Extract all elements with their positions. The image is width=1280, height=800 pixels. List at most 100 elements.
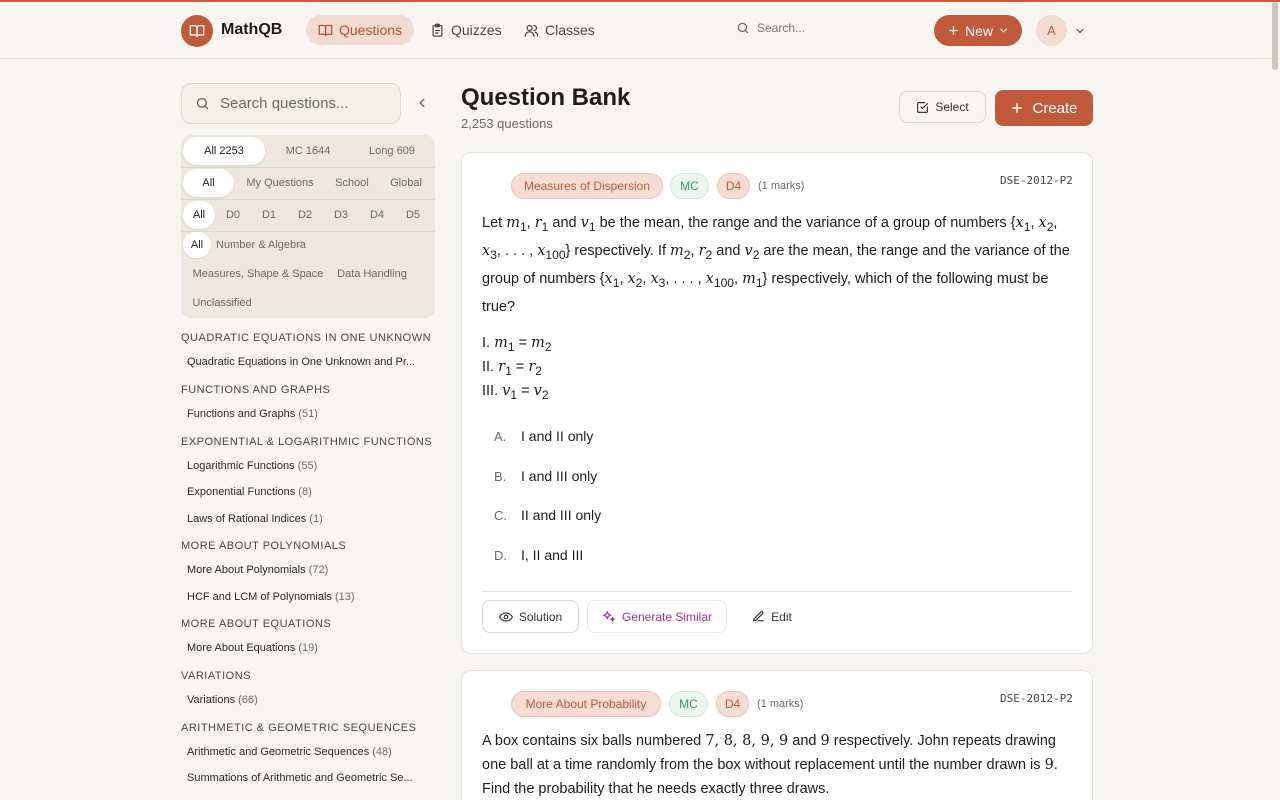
select-button[interactable]: Select	[899, 91, 986, 123]
generate-label: Generate Similar	[621, 609, 713, 624]
option-text: II and III only	[521, 507, 602, 523]
generate-similar-button[interactable]: Generate Similar	[587, 600, 727, 633]
option-a[interactable]: A. I and II only	[482, 428, 593, 444]
edit-button[interactable]: Edit	[742, 600, 802, 633]
topic-item[interactable]: More About Equations (19)	[187, 642, 318, 654]
topic-name: HCF and LCM of Polynomials	[187, 591, 332, 603]
filter-strand-data-handling[interactable]: Data Handling	[331, 261, 413, 287]
topic-section-heading: ARITHMETIC & GEOMETRIC SEQUENCES	[181, 722, 417, 734]
topic-name: More About Equations	[187, 642, 296, 654]
edit-label: Edit	[771, 609, 792, 624]
topic-count: (66)	[238, 694, 258, 706]
topic-count: (8)	[298, 486, 312, 498]
question-code: DSE-2012-P2	[1000, 174, 1073, 187]
filter-difficulty-d3[interactable]: D3	[323, 201, 359, 229]
option-d[interactable]: D. I, II and III	[482, 547, 583, 563]
option-letter: D.	[494, 547, 507, 563]
filter-difficulty-d5[interactable]: D5	[395, 201, 431, 229]
new-button[interactable]: New	[934, 15, 1022, 46]
topic-item[interactable]: HCF and LCM of Polynomials (13)	[187, 591, 355, 603]
topic-item[interactable]: More About Polynomials (72)	[187, 564, 328, 576]
filter-owner-all[interactable]: All	[183, 169, 234, 197]
filter-strand-unclassified[interactable]: Unclassified	[184, 290, 260, 316]
chevron-down-icon[interactable]	[1074, 25, 1086, 37]
topic-section-heading: EXPONENTIAL & LOGARITHMIC FUNCTIONS	[181, 436, 433, 448]
divider	[482, 591, 1072, 592]
statement-label: II.	[482, 359, 495, 375]
solution-label: Solution	[518, 609, 563, 624]
filter-difficulty-all[interactable]: All	[183, 201, 215, 229]
nav-quizzes[interactable]: Quizzes	[418, 15, 514, 45]
page-scrollbar[interactable]	[1272, 2, 1278, 70]
topic-item[interactable]: Laws of Rational Indices (1)	[187, 513, 323, 525]
topic-section-heading: QUADRATIC EQUATIONS IN ONE UNKNOWN	[181, 332, 432, 344]
topic-name: Arithmetic and Geometric Sequences	[187, 746, 370, 758]
filter-type-all[interactable]: All 2253	[183, 137, 265, 165]
topic-name: Quadratic Equations in One Unknown and P…	[187, 356, 416, 368]
nav-label: Classes	[545, 22, 595, 38]
global-search[interactable]: Search...	[736, 21, 805, 35]
topic-item[interactable]: Functions and Graphs (51)	[187, 408, 318, 420]
option-letter: C.	[494, 507, 507, 523]
option-c[interactable]: C. II and III only	[482, 507, 601, 523]
option-text: I and II only	[521, 428, 594, 444]
create-button[interactable]: Create	[995, 90, 1093, 126]
topic-count: (55)	[297, 460, 318, 472]
filter-owner-global[interactable]: Global	[378, 169, 434, 197]
type-tag: MC	[669, 691, 708, 717]
type-tag: MC	[670, 173, 709, 199]
filter-difficulty-d4[interactable]: D4	[359, 201, 395, 229]
question-search-input[interactable]: Search questions...	[181, 83, 401, 124]
search-icon	[737, 22, 749, 34]
topic-item[interactable]: Arithmetic and Geometric Sequences (48)	[187, 746, 392, 758]
question-stem: Let m1, r1 and v1 be the mean, the range…	[482, 215, 1070, 315]
sparkles-icon	[603, 610, 615, 622]
avatar[interactable]: A	[1036, 15, 1067, 46]
topic-item[interactable]: Variations (66)	[187, 694, 258, 706]
topic-item[interactable]: Summations of Arithmetic and Geometric S…	[187, 772, 413, 784]
filter-strand-all[interactable]: All	[183, 232, 211, 258]
topic-tag[interactable]: More About Probability	[511, 691, 661, 717]
filter-strand-number-algebra[interactable]: Number & Algebra	[211, 232, 311, 258]
logo-book-icon[interactable]	[181, 15, 213, 47]
nav-questions[interactable]: Questions	[306, 15, 415, 45]
option-letter: B.	[494, 468, 507, 484]
topic-count: (72)	[308, 564, 329, 576]
edit-icon	[753, 610, 765, 622]
topic-count: (19)	[298, 642, 318, 654]
option-b[interactable]: B. I and III only	[482, 468, 597, 484]
users-icon	[524, 24, 539, 37]
search-icon	[196, 97, 209, 110]
topic-item[interactable]: Quadratic Equations in One Unknown and P…	[187, 356, 415, 368]
collapse-sidebar-chevron-left-icon[interactable]	[415, 96, 429, 110]
app-name[interactable]: MathQB	[221, 21, 282, 39]
filter-type-long[interactable]: Long 609	[351, 137, 433, 165]
topic-item[interactable]: Logarithmic Functions (55)	[187, 460, 317, 472]
topic-section-heading: MORE ABOUT POLYNOMIALS	[181, 540, 347, 552]
filter-difficulty-d1[interactable]: D1	[251, 201, 287, 229]
topic-name: Exponential Functions	[187, 486, 296, 498]
filter-difficulty-d2[interactable]: D2	[287, 201, 323, 229]
select-label: Select	[935, 100, 969, 114]
filter-owner-school[interactable]: School	[326, 169, 378, 197]
nav-label: Questions	[339, 22, 403, 38]
plus-icon	[949, 26, 958, 35]
question-count: 2,253 questions	[461, 116, 553, 131]
nav-label: Quizzes	[451, 22, 502, 38]
clipboard-icon	[432, 23, 443, 37]
filter-strand-measures[interactable]: Measures, Shape & Space	[185, 261, 331, 287]
filter-type-mc[interactable]: MC 1644	[265, 137, 351, 165]
filter-owner-my[interactable]: My Questions	[234, 169, 326, 197]
question-card: Measures of Dispersion MC D4 (1 marks) D…	[461, 152, 1093, 654]
topic-count: (1)	[309, 513, 323, 525]
topic-tag[interactable]: Measures of Dispersion	[511, 173, 663, 199]
topic-name: Variations	[187, 694, 236, 706]
solution-button[interactable]: Solution	[482, 600, 579, 633]
topic-name: Summations of Arithmetic and Geometric S…	[187, 772, 413, 784]
topic-item[interactable]: Exponential Functions (8)	[187, 486, 312, 498]
option-text: I, II and III	[521, 547, 584, 563]
top-bar: MathQB Questions Quizzes Classes Search.…	[0, 2, 1280, 59]
nav-classes[interactable]: Classes	[512, 15, 607, 45]
filter-difficulty-d0[interactable]: D0	[215, 201, 251, 229]
topic-count: (13)	[334, 591, 355, 603]
